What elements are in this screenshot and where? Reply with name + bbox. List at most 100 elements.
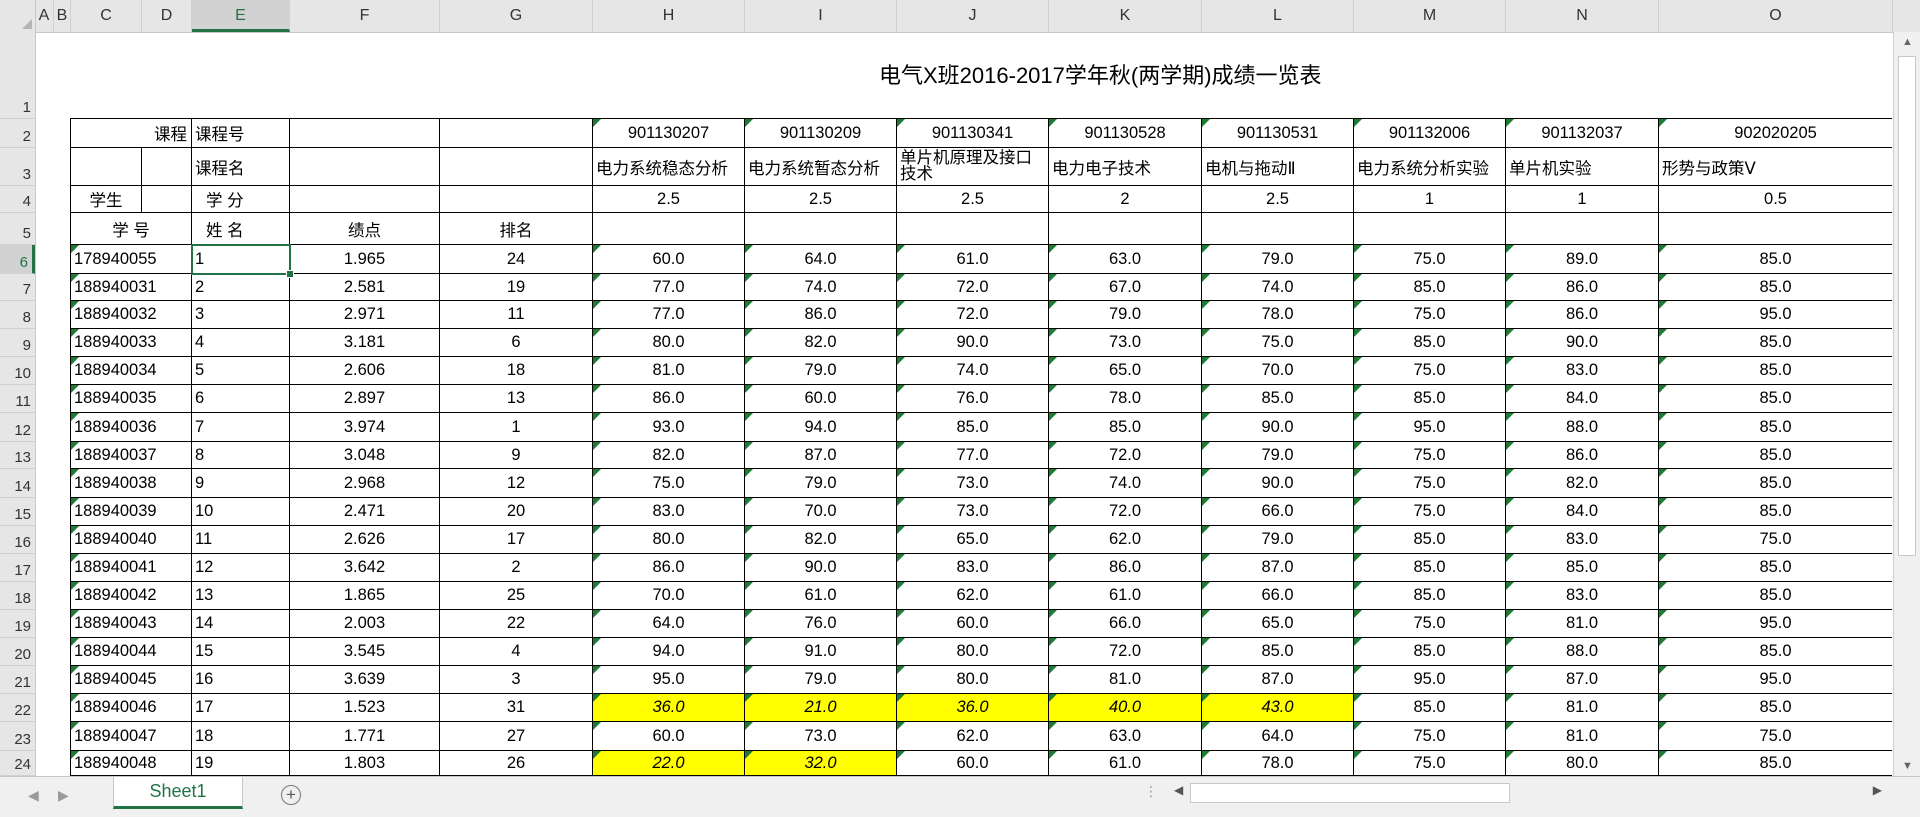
score-cell[interactable]: 84.0 (1506, 385, 1659, 413)
student-name-cell[interactable]: 19 (192, 751, 290, 776)
header-gpa-label[interactable]: 绩点 (290, 213, 440, 245)
score-cell[interactable]: 85.0 (1202, 385, 1354, 413)
student-id-cell[interactable]: 188940046 (71, 694, 192, 722)
add-sheet-icon[interactable]: + (281, 785, 301, 805)
student-gpa-cell[interactable]: 1.865 (290, 582, 440, 610)
course-credit-cell[interactable]: 2.5 (593, 186, 745, 213)
column-header-i[interactable]: I (745, 0, 897, 32)
score-cell[interactable]: 85.0 (1659, 694, 1892, 722)
student-id-cell[interactable]: 188940048 (71, 751, 192, 776)
course-code-cell[interactable]: 901132006 (1354, 119, 1506, 148)
score-cell[interactable]: 79.0 (745, 357, 897, 385)
header-rank-label[interactable]: 排名 (440, 213, 593, 245)
scroll-down-arrow-icon[interactable]: ▼ (1894, 756, 1920, 776)
course-code-cell[interactable]: 901130207 (593, 119, 745, 148)
row-header-14[interactable]: 14 (0, 469, 35, 498)
student-name-cell[interactable]: 18 (192, 722, 290, 751)
score-cell[interactable]: 65.0 (1202, 610, 1354, 638)
row-header-20[interactable]: 20 (0, 638, 35, 666)
student-gpa-cell[interactable]: 1.523 (290, 694, 440, 722)
score-cell[interactable]: 95.0 (1659, 610, 1892, 638)
vertical-scroll-thumb[interactable] (1898, 56, 1916, 556)
score-cell[interactable]: 83.0 (593, 498, 745, 526)
column-header-l[interactable]: L (1202, 0, 1354, 32)
score-cell[interactable]: 85.0 (1354, 582, 1506, 610)
row-header-16[interactable]: 16 (0, 526, 35, 554)
column-header-g[interactable]: G (440, 0, 593, 32)
score-cell[interactable]: 79.0 (745, 469, 897, 498)
next-sheet-arrow-icon[interactable]: ▶ (58, 787, 69, 804)
score-cell[interactable]: 72.0 (1049, 442, 1202, 469)
score-cell[interactable]: 61.0 (745, 582, 897, 610)
row-header-7[interactable]: 7 (0, 274, 35, 301)
column-header-a[interactable]: A (35, 0, 54, 32)
score-cell[interactable]: 82.0 (593, 442, 745, 469)
score-cell[interactable]: 86.0 (745, 301, 897, 329)
score-cell[interactable]: 85.0 (1354, 694, 1506, 722)
column-header-d[interactable]: D (142, 0, 192, 32)
course-empty-row5-cell[interactable] (1506, 213, 1659, 245)
course-name-cell[interactable]: 单片机实验 (1506, 148, 1659, 186)
student-id-cell[interactable]: 188940038 (71, 469, 192, 498)
score-cell[interactable]: 95.0 (1659, 666, 1892, 694)
score-cell[interactable]: 76.0 (897, 385, 1049, 413)
row-header-2[interactable]: 2 (0, 119, 35, 148)
score-cell[interactable]: 75.0 (1354, 357, 1506, 385)
score-cell[interactable]: 85.0 (1354, 274, 1506, 301)
column-header-m[interactable]: M (1354, 0, 1506, 32)
score-cell[interactable]: 62.0 (897, 722, 1049, 751)
student-name-cell[interactable]: 8 (192, 442, 290, 469)
score-cell[interactable]: 63.0 (1049, 245, 1202, 274)
header-empty-g4[interactable] (440, 186, 593, 213)
student-name-cell[interactable]: 10 (192, 498, 290, 526)
student-rank-cell[interactable]: 20 (440, 498, 593, 526)
row-header-24[interactable]: 24 (0, 751, 35, 776)
score-cell[interactable]: 85.0 (1659, 582, 1892, 610)
score-cell[interactable]: 70.0 (745, 498, 897, 526)
score-cell[interactable]: 80.0 (593, 526, 745, 554)
header-empty-g2[interactable] (440, 119, 593, 148)
student-name-cell[interactable]: 17 (192, 694, 290, 722)
score-cell[interactable]: 89.0 (1506, 245, 1659, 274)
student-name-cell[interactable]: 2 (192, 274, 290, 301)
score-cell[interactable]: 74.0 (745, 274, 897, 301)
score-cell[interactable]: 91.0 (745, 638, 897, 666)
score-cell[interactable]: 61.0 (1049, 751, 1202, 776)
score-cell[interactable]: 94.0 (593, 638, 745, 666)
vertical-scrollbar[interactable]: ▲ ▼ (1893, 32, 1920, 776)
score-cell[interactable]: 64.0 (1202, 722, 1354, 751)
row-header-3[interactable]: 3 (0, 148, 35, 186)
score-cell[interactable]: 80.0 (897, 666, 1049, 694)
student-name-cell[interactable]: 5 (192, 357, 290, 385)
score-cell[interactable]: 66.0 (1049, 610, 1202, 638)
score-cell[interactable]: 95.0 (1354, 413, 1506, 442)
score-cell[interactable]: 80.0 (897, 638, 1049, 666)
scroll-up-arrow-icon[interactable]: ▲ (1894, 32, 1920, 52)
score-cell[interactable]: 73.0 (745, 722, 897, 751)
score-cell[interactable]: 82.0 (1506, 469, 1659, 498)
score-cell[interactable]: 78.0 (1202, 751, 1354, 776)
course-credit-cell[interactable]: 2 (1049, 186, 1202, 213)
score-cell[interactable]: 65.0 (897, 526, 1049, 554)
score-cell[interactable]: 86.0 (1506, 442, 1659, 469)
student-gpa-cell[interactable]: 3.545 (290, 638, 440, 666)
course-credit-cell[interactable]: 1 (1354, 186, 1506, 213)
header-empty-f3[interactable] (290, 148, 440, 186)
row-header-9[interactable]: 9 (0, 329, 35, 357)
column-header-c[interactable]: C (71, 0, 142, 32)
student-rank-cell[interactable]: 17 (440, 526, 593, 554)
header-course-name-label[interactable]: 课程名 (192, 148, 290, 186)
score-cell[interactable]: 85.0 (1202, 638, 1354, 666)
student-gpa-cell[interactable]: 3.974 (290, 413, 440, 442)
score-cell[interactable]: 75.0 (1202, 329, 1354, 357)
column-header-h[interactable]: H (593, 0, 745, 32)
score-cell[interactable]: 64.0 (593, 610, 745, 638)
score-cell[interactable]: 70.0 (1202, 357, 1354, 385)
column-header-b[interactable]: B (54, 0, 71, 32)
header-empty-f4[interactable] (290, 186, 440, 213)
course-code-cell[interactable]: 901132037 (1506, 119, 1659, 148)
score-cell[interactable]: 79.0 (1202, 526, 1354, 554)
score-cell[interactable]: 80.0 (593, 329, 745, 357)
row-header-19[interactable]: 19 (0, 610, 35, 638)
course-code-cell[interactable]: 901130209 (745, 119, 897, 148)
